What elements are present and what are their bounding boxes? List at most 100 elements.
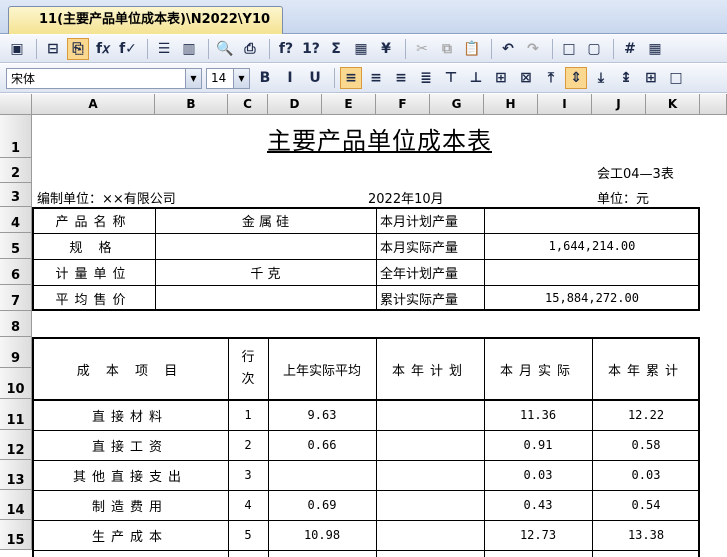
valign-4-icon[interactable]: ⊠ xyxy=(515,67,537,89)
valign-2-icon[interactable]: ⊥ xyxy=(465,67,487,89)
column-header-j[interactable]: J xyxy=(592,94,646,115)
header-year-plan: 本年计划 xyxy=(391,363,468,379)
info-label: 计量单位 xyxy=(55,266,132,282)
grid-hash-icon[interactable]: # xyxy=(619,38,641,60)
column-header-c[interactable]: C xyxy=(228,94,268,115)
cost-month-actual: 0.03 xyxy=(523,468,553,482)
save-icon[interactable]: ▣ xyxy=(6,38,28,60)
valign-1-icon[interactable]: ⊤ xyxy=(440,67,462,89)
row-header-2[interactable]: 2 xyxy=(0,158,32,183)
cost-ytd: 0.54 xyxy=(631,498,661,512)
currency-icon[interactable]: ¥ xyxy=(375,38,397,60)
info-value-right: 1,644,214.00 xyxy=(548,239,636,253)
toolbar-separator xyxy=(552,38,553,59)
align-center-icon[interactable]: ≡ xyxy=(365,67,387,89)
undo-icon[interactable]: ↶ xyxy=(497,38,519,60)
column-header-h[interactable]: H xyxy=(484,94,538,115)
column-header-g[interactable]: G xyxy=(430,94,484,115)
row-header-9[interactable]: 9 xyxy=(0,337,32,368)
sum-icon[interactable]: Σ xyxy=(325,38,347,60)
cut-icon[interactable]: ✂ xyxy=(411,38,433,60)
header-month-actual: 本月实际 xyxy=(499,363,576,379)
chevron-down-icon[interactable]: ▼ xyxy=(233,68,249,88)
bottom-align-icon[interactable]: ⤓ xyxy=(590,67,612,89)
paste-icon[interactable]: 📋 xyxy=(461,38,483,60)
fit-height-icon[interactable]: ↨ xyxy=(615,67,637,89)
preview-page-icon[interactable]: ⊟ xyxy=(42,38,64,60)
copy-format-icon[interactable]: ⎘ xyxy=(67,37,89,60)
row-header-10[interactable]: 10 xyxy=(0,368,32,399)
row-header-7[interactable]: 7 xyxy=(0,285,32,311)
distribute-icon[interactable]: ≣ xyxy=(415,67,437,89)
underline-icon[interactable]: U xyxy=(304,67,326,89)
reporting-unit: 编制单位：××有限公司 xyxy=(37,191,176,207)
cost-item-name: 直接工资 xyxy=(91,439,168,455)
select-all-corner[interactable] xyxy=(0,94,32,115)
fx-check-icon[interactable]: f✓ xyxy=(117,38,139,60)
middle-align-icon[interactable]: ⇕ xyxy=(565,67,587,89)
formula-calc-icon[interactable]: f? xyxy=(275,38,297,60)
valign-3-icon[interactable]: ⊞ xyxy=(490,67,512,89)
row-header-4[interactable]: 4 xyxy=(0,207,32,233)
row-header-6[interactable]: 6 xyxy=(0,259,32,285)
row-header-14[interactable]: 14 xyxy=(0,490,32,520)
header-ytd: 本年累计 xyxy=(607,363,684,379)
print-preview-icon[interactable]: 🔍 xyxy=(214,38,236,60)
row-header-13[interactable]: 13 xyxy=(0,460,32,490)
border-thin-icon[interactable]: ▢ xyxy=(583,38,605,60)
info-label-right: 本月计划产量 xyxy=(380,214,459,230)
cost-ytd: 0.58 xyxy=(631,438,661,452)
cost-ytd: 13.38 xyxy=(627,528,665,542)
column-header-b[interactable]: B xyxy=(155,94,228,115)
all-borders-icon[interactable]: ⊞ xyxy=(640,67,662,89)
font-name-select[interactable]: 宋体 ▼ xyxy=(6,67,202,89)
rows-icon[interactable]: ☰ xyxy=(153,38,175,60)
info-value-right: 15,884,272.00 xyxy=(545,291,639,305)
columns-icon[interactable]: ▥ xyxy=(178,38,200,60)
cost-line-no: 1 xyxy=(244,408,252,422)
cost-item-name: 直接材料 xyxy=(91,409,168,425)
align-left-icon[interactable]: ≡ xyxy=(340,67,362,89)
column-header-e[interactable]: E xyxy=(322,94,376,115)
chevron-down-icon[interactable]: ▼ xyxy=(185,68,201,88)
info-label-right: 累计实际产量 xyxy=(380,292,459,308)
column-header-a[interactable]: A xyxy=(32,94,155,115)
document-tab-bar: 11(主要产品单位成本表)\N2022\Y10 xyxy=(0,0,727,34)
align-right-icon[interactable]: ≡ xyxy=(390,67,412,89)
row-header-3[interactable]: 3 xyxy=(0,183,32,207)
outer-border-icon[interactable]: □ xyxy=(665,67,687,89)
cost-item-name: 生产成本 xyxy=(91,529,168,545)
currency-unit: 单位：元 xyxy=(597,191,650,207)
info-label: 产品名称 xyxy=(55,214,132,230)
info-value xyxy=(155,233,376,259)
redo-icon[interactable]: ↷ xyxy=(522,38,544,60)
column-header-f[interactable]: F xyxy=(376,94,430,115)
bold-icon[interactable]: B xyxy=(254,67,276,89)
row-header-1[interactable]: 1 xyxy=(0,115,32,158)
calc-191-icon[interactable]: 1? xyxy=(300,38,322,60)
cost-month-actual: 12.73 xyxy=(519,528,557,542)
row-header-12[interactable]: 12 xyxy=(0,430,32,460)
column-header-filler xyxy=(700,94,727,115)
top-align-icon[interactable]: ⤒ xyxy=(540,67,562,89)
print-icon[interactable]: ⎙ xyxy=(239,38,261,60)
row-header-11[interactable]: 11 xyxy=(0,399,32,430)
row-header-5[interactable]: 5 xyxy=(0,233,32,259)
info-label-right: 全年计划产量 xyxy=(380,266,459,282)
border-box-icon[interactable]: □ xyxy=(558,38,580,60)
fx-function-icon[interactable]: f𝑥 xyxy=(92,38,114,60)
info-value: 千 克 xyxy=(250,266,281,282)
cost-prev-avg xyxy=(268,460,376,490)
row-header-15[interactable]: 15 xyxy=(0,520,32,550)
grid-full-icon[interactable]: ▦ xyxy=(644,38,666,60)
italic-icon[interactable]: I xyxy=(279,67,301,89)
row-header-8[interactable]: 8 xyxy=(0,311,32,337)
column-header-i[interactable]: I xyxy=(538,94,592,115)
column-header-k[interactable]: K xyxy=(646,94,700,115)
column-header-d[interactable]: D xyxy=(268,94,322,115)
copy-icon[interactable]: ⧉ xyxy=(436,38,458,60)
document-tab[interactable]: 11(主要产品单位成本表)\N2022\Y10 xyxy=(8,6,284,34)
font-size-select[interactable]: 14 ▼ xyxy=(206,67,250,89)
form-number: 会工04—3表 xyxy=(597,166,674,182)
calculator-icon[interactable]: ▦ xyxy=(350,38,372,60)
